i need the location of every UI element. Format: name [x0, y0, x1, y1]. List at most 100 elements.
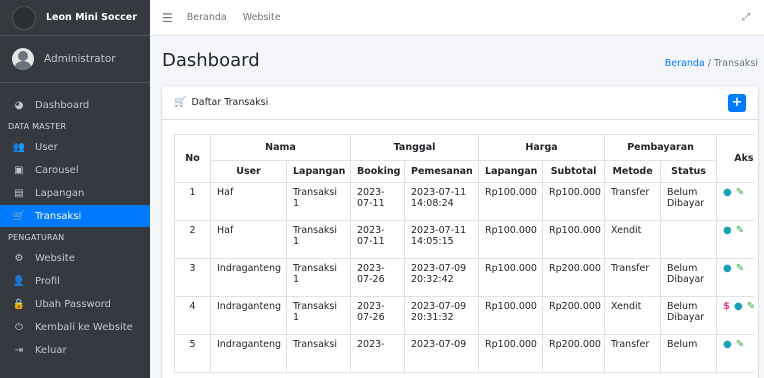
cell-lapangan: Transaksi 1	[285, 296, 352, 335]
th-pemesanan: Pemesanan	[404, 160, 480, 183]
cell-status: Belum	[660, 334, 718, 373]
brand-link[interactable]: Leon Mini Soccer	[0, 0, 150, 36]
cell-aksi: $ ● ✎	[716, 296, 754, 335]
sidebar-item-transaksi[interactable]: 🛒 Transaksi	[0, 205, 150, 227]
user-panel[interactable]: Administrator	[0, 36, 150, 83]
logout-icon: ⇥	[14, 344, 24, 356]
sidebar-item-ubah-password[interactable]: 🔒 Ubah Password	[0, 293, 150, 315]
sidebar-item-website[interactable]: ⚙ Website	[0, 247, 150, 269]
table-row: 1 Haf Transaksi 1 2023-07-11 2023-07-11 14:0…	[174, 182, 754, 221]
sidebar: Leon Mini Soccer Administrator ◕ Dashboar…	[0, 0, 150, 378]
cell-no: 5	[174, 334, 211, 373]
dollar-icon[interactable]: $	[723, 301, 730, 312]
cell-lapangan: Transaksi 1	[285, 258, 352, 297]
table-row: 2 Haf Transaksi 1 2023-07-11 2023-07-11 14:0…	[174, 220, 754, 259]
edit-icon[interactable]: ✎	[747, 301, 754, 312]
cell-subtotal: Rp100.000	[542, 220, 606, 259]
cell-booking: 2023-07-11	[350, 182, 406, 221]
cell-subtotal: Rp200.000	[542, 296, 606, 335]
page-title: Dashboard	[162, 50, 260, 71]
cell-lapangan: Transaksi	[285, 334, 352, 373]
sidebar-item-carousel[interactable]: ▣ Carousel	[0, 159, 150, 181]
nav-link-beranda[interactable]: Beranda	[187, 12, 227, 23]
sidebar-item-profil[interactable]: 👤 Profil	[0, 270, 150, 292]
sidebar-item-label: Ubah Password	[35, 298, 112, 310]
th-subtotal: Subtotal	[542, 160, 606, 183]
cell-aksi: ● ✎	[716, 220, 754, 259]
sidebar-item-keluar[interactable]: ⇥ Keluar	[0, 339, 150, 361]
sidebar-item-label: Lapangan	[35, 187, 85, 199]
th-booking: Booking	[350, 160, 406, 183]
cell-pemesanan: 2023-07-09 20:32:42	[404, 258, 480, 297]
cell-booking: 2023-07-11	[350, 220, 406, 259]
sidebar-item-kembali-ke-website[interactable]: ⏻ Kembali ke Website	[0, 316, 150, 338]
info-icon[interactable]: ●	[734, 301, 743, 312]
table-row: 5 Indraganteng Transaksi 2023- 2023-07-09 Rp1…	[174, 334, 754, 373]
breadcrumb: Beranda / Transaksi	[665, 58, 758, 69]
cell-aksi: ● ✎	[716, 182, 754, 221]
edit-icon[interactable]: ✎	[736, 187, 744, 198]
cell-no: 2	[174, 220, 211, 259]
table-wrapper[interactable]: No Nama Tanggal Harga Pembayaran Aksi Us…	[174, 134, 754, 378]
cell-no: 1	[174, 182, 211, 221]
sidebar-item-label: Carousel	[35, 164, 79, 176]
cell-lapangan: Transaksi 1	[285, 182, 352, 221]
sidebar-item-user[interactable]: 👥 User	[0, 136, 150, 158]
cell-booking: 2023-07-26	[350, 296, 406, 335]
breadcrumb-beranda[interactable]: Beranda	[665, 58, 705, 69]
cell-aksi: ● ✎	[716, 334, 754, 373]
th-lapangan: Lapangan	[285, 160, 352, 183]
sidebar-item-lapangan[interactable]: ▤ Lapangan	[0, 182, 150, 204]
nav-header: DATA MASTER	[8, 121, 67, 131]
sidebar-item-dashboard[interactable]: ◕ Dashboard	[0, 94, 150, 116]
table-row: 4 Indraganteng Transaksi 1 2023-07-26 2023-0…	[174, 296, 754, 335]
hamburger-icon[interactable]: ☰	[162, 11, 173, 25]
cell-pemesanan: 2023-07-09	[404, 334, 480, 373]
cell-pemesanan: 2023-07-09 20:31:32	[404, 296, 480, 335]
info-icon[interactable]: ●	[723, 263, 732, 274]
info-icon[interactable]: ●	[723, 339, 732, 350]
cell-subtotal: Rp200.000	[542, 334, 606, 373]
transactions-card: 🛒 Daftar Transaksi + No Nama Tanggal Har…	[162, 86, 758, 378]
info-icon[interactable]: ●	[723, 225, 732, 236]
sidebar-item-label: Website	[35, 252, 75, 264]
cell-status	[660, 220, 718, 259]
cell-booking: 2023-07-26	[350, 258, 406, 297]
cart-icon: 🛒	[12, 210, 26, 222]
th-nama: Nama	[209, 134, 352, 161]
cell-subtotal: Rp200.000	[542, 258, 606, 297]
expand-icon[interactable]: ⤢	[742, 12, 750, 23]
edit-icon[interactable]: ✎	[736, 263, 744, 274]
cell-user: Haf	[210, 220, 287, 259]
card-title: 🛒 Daftar Transaksi	[174, 97, 268, 108]
cell-metode: Transfer	[604, 182, 662, 221]
add-transaction-button[interactable]: +	[728, 94, 746, 112]
edit-icon[interactable]: ✎	[736, 339, 744, 350]
sidebar-item-label: Kembali ke Website	[35, 321, 133, 333]
sidebar-item-label: Transaksi	[35, 210, 82, 222]
cell-no: 3	[174, 258, 211, 297]
avatar	[12, 48, 34, 70]
cell-harga: Rp100.000	[478, 334, 544, 373]
cell-metode: Xendit	[604, 296, 662, 335]
cell-harga: Rp100.000	[478, 258, 544, 297]
info-icon[interactable]: ●	[723, 187, 732, 198]
field-icon: ▤	[14, 187, 24, 199]
card-title-text: Daftar Transaksi	[191, 97, 269, 108]
nav-link-website[interactable]: Website	[243, 12, 281, 23]
dashboard-icon: ◕	[14, 99, 24, 111]
th-tanggal: Tanggal	[350, 134, 480, 161]
transactions-table: No Nama Tanggal Harga Pembayaran Aksi Us…	[174, 134, 754, 373]
th-harga-lapangan: Lapangan	[478, 160, 544, 183]
sidebar-item-label: User	[35, 141, 58, 153]
cell-user: Indraganteng	[210, 258, 287, 297]
cell-pemesanan: 2023-07-11 14:05:15	[404, 220, 480, 259]
edit-icon[interactable]: ✎	[736, 225, 744, 236]
cell-no: 4	[174, 296, 211, 335]
cell-harga: Rp100.000	[478, 182, 544, 221]
cell-aksi: ● ✎	[716, 258, 754, 297]
th-harga: Harga	[478, 134, 606, 161]
cogs-icon: ⚙	[14, 252, 24, 264]
user-name: Administrator	[44, 53, 116, 65]
cell-metode: Transfer	[604, 334, 662, 373]
